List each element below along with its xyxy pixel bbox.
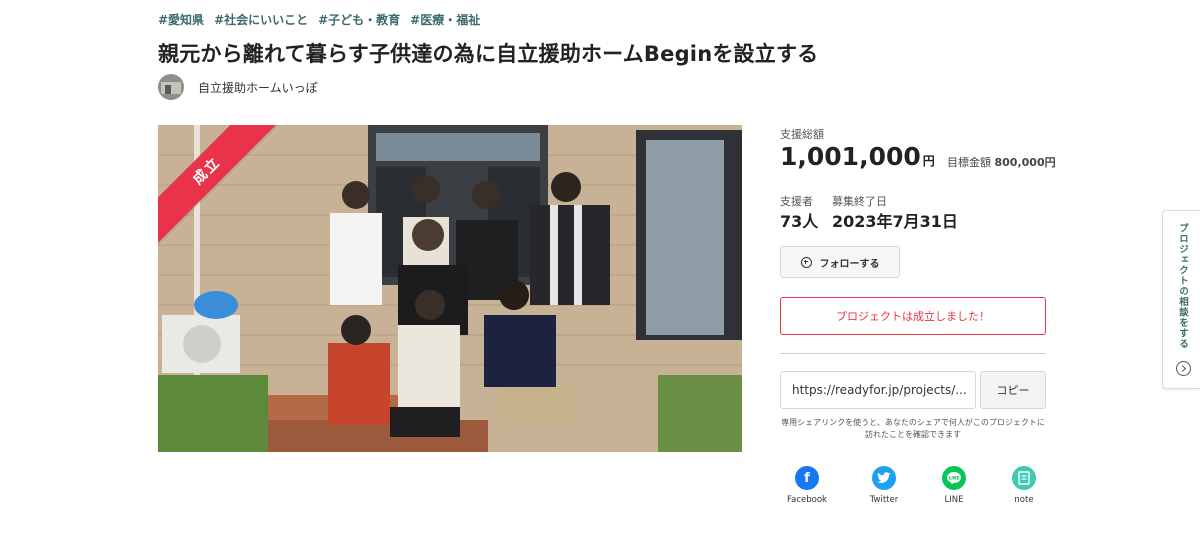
supporters-value: 73人	[780, 212, 819, 231]
line-icon: LINE	[942, 466, 966, 490]
supporters-label: 支援者	[780, 195, 813, 208]
total-label: 支援総額	[780, 128, 824, 141]
share-url-field[interactable]: https://readyfor.jp/projects/...	[780, 371, 976, 409]
success-banner: プロジェクトは成立しました！	[780, 297, 1046, 335]
twitter-label: Twitter	[869, 495, 899, 505]
total-amount: 1,001,000 円	[780, 142, 935, 171]
hero-image: 成立	[158, 125, 742, 452]
end-date-label: 募集終了日	[832, 195, 887, 208]
svg-text:LINE: LINE	[949, 475, 960, 481]
project-title: 親元から離れて暮らす子供達の為に自立援助ホームBeginを設立する	[158, 42, 819, 66]
tag-children-education[interactable]: #子ども・教育	[318, 11, 400, 28]
total-value: 1,001,000	[780, 142, 921, 171]
avatar[interactable]	[158, 74, 184, 100]
share-twitter-button[interactable]: Twitter	[857, 466, 911, 505]
consult-tab-label: プロジェクトの相談をする	[1177, 223, 1188, 349]
group-photo	[158, 125, 742, 452]
divider	[780, 353, 1046, 354]
chevron-right-icon	[1176, 361, 1191, 376]
consult-tab[interactable]: プロジェクトの相談をする	[1162, 210, 1200, 389]
tag-medical-welfare[interactable]: #医療・福祉	[410, 11, 480, 28]
goal-amount: 目標金額 800,000円	[947, 154, 1056, 170]
facebook-icon: f	[795, 466, 819, 490]
tag-list: #愛知県 #社会にいいこと #子ども・教育 #医療・福祉	[158, 11, 480, 28]
owner-name[interactable]: 自立援助ホームいっぽ	[198, 79, 318, 96]
tag-social-good[interactable]: #社会にいいこと	[214, 11, 308, 28]
follow-button[interactable]: フォローする	[780, 246, 900, 278]
plus-circle-icon	[800, 256, 812, 268]
share-note: 専用シェアリンクを使うと、あなたのシェアで何人がこのプロジェクトに訪れたことを確…	[781, 418, 1045, 439]
goal-value: 800,000円	[994, 156, 1056, 169]
share-line-button[interactable]: LINE LINE	[927, 466, 981, 505]
share-facebook-button[interactable]: f Facebook	[780, 466, 834, 505]
goal-label: 目標金額	[947, 156, 991, 169]
tag-aichi[interactable]: #愛知県	[158, 11, 204, 28]
line-label: LINE	[944, 495, 964, 505]
twitter-icon	[872, 466, 896, 490]
copy-button[interactable]: コピー	[980, 371, 1046, 409]
facebook-label: Facebook	[787, 495, 827, 505]
note-label: note	[1014, 495, 1034, 505]
total-unit: 円	[922, 154, 935, 168]
owner-link[interactable]: 自立援助ホームいっぽ	[158, 74, 318, 100]
follow-label: フォローする	[819, 258, 880, 270]
share-note-button[interactable]: note	[997, 466, 1051, 505]
note-icon	[1012, 466, 1036, 490]
end-date-value: 2023年7月31日	[832, 212, 958, 231]
